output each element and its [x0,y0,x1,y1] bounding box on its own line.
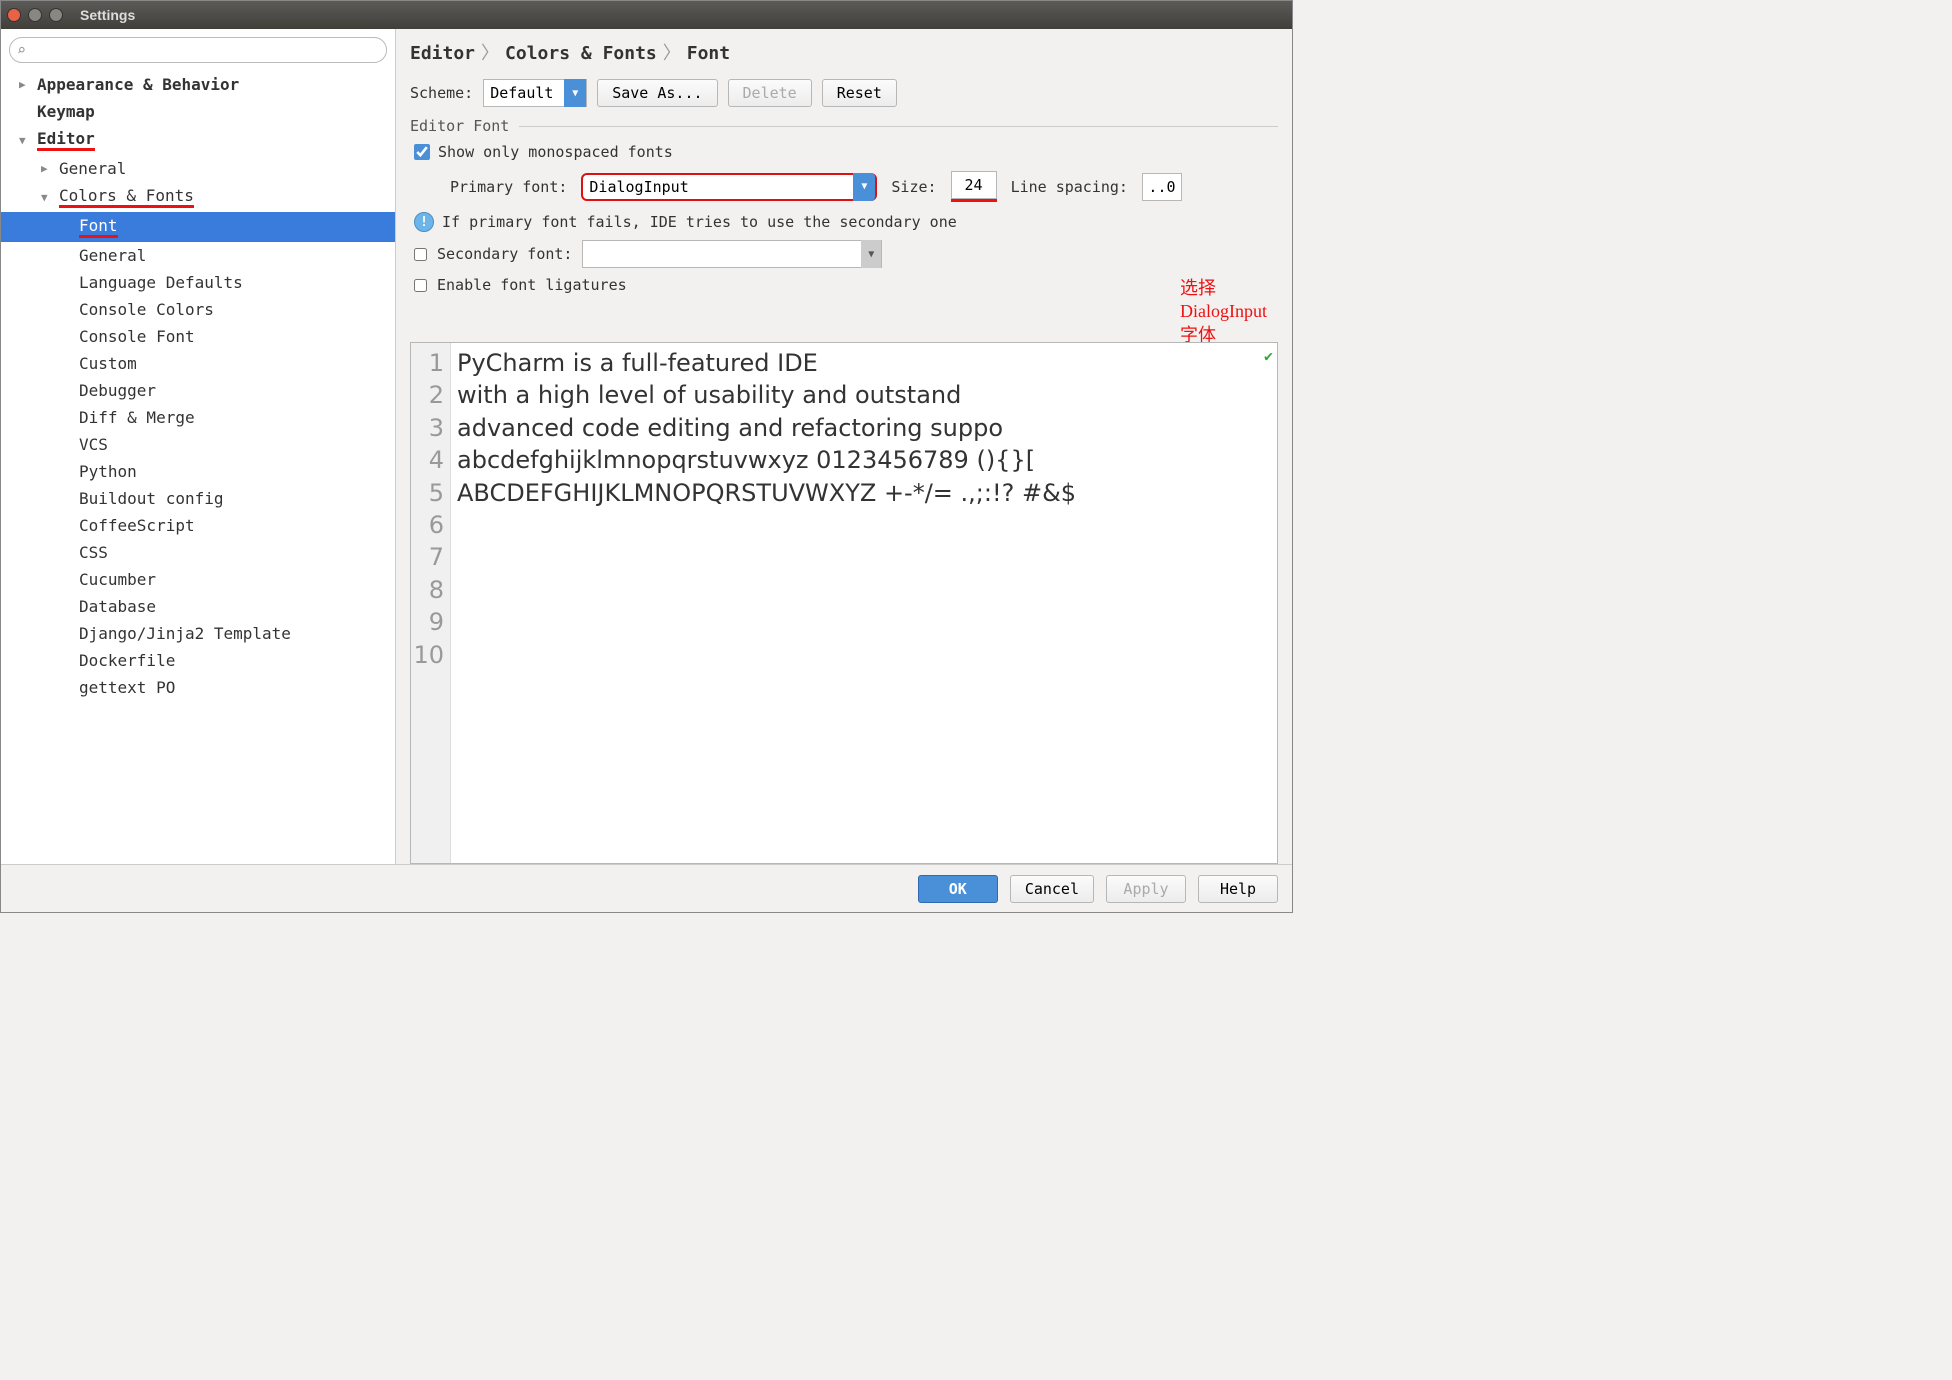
apply-button: Apply [1106,875,1186,903]
chevron-right-icon: ▶ [19,78,31,91]
monospaced-label: Show only monospaced fonts [438,143,673,161]
window-minimize-icon[interactable] [28,8,42,22]
secondary-font-label: Secondary font: [437,245,572,263]
tree-item[interactable]: Dockerfile [1,647,395,674]
secondary-font-select: ▼ [582,240,882,268]
tree-item[interactable]: Console Colors [1,296,395,323]
window-maximize-icon[interactable] [49,8,63,22]
tree-item-general[interactable]: ▶General [1,155,395,182]
chevron-down-icon: ▼ [41,191,53,204]
check-icon: ✔ [1264,347,1273,365]
line-spacing-label: Line spacing: [1011,178,1128,196]
window-title: Settings [80,7,135,23]
tree-item[interactable]: Cucumber [1,566,395,593]
tree-item[interactable]: Diff & Merge [1,404,395,431]
scheme-label: Scheme: [410,84,473,102]
tree-item[interactable]: CSS [1,539,395,566]
scheme-select[interactable]: ▼ [483,79,587,107]
breadcrumb: Editor〉Colors & Fonts〉Font [410,39,1278,65]
ok-button[interactable]: OK [918,875,998,903]
search-input[interactable] [9,37,387,63]
font-preview: 12345678910 PyCharm is a full-featured I… [410,342,1278,864]
chevron-right-icon: ▶ [41,162,53,175]
tree-item[interactable]: Python [1,458,395,485]
preview-code: PyCharm is a full-featured IDE with a hi… [451,343,1277,863]
tree-item[interactable]: gettext PO [1,674,395,701]
dialog-footer: OK Cancel Apply Help [1,864,1292,912]
tree-item[interactable]: CoffeeScript [1,512,395,539]
primary-font-select[interactable]: ▼ [581,173,877,201]
tree-item[interactable]: VCS [1,431,395,458]
ligatures-checkbox[interactable] [414,279,427,292]
help-button[interactable]: Help [1198,875,1278,903]
tree-item[interactable]: Custom [1,350,395,377]
tree-item-appearance[interactable]: ▶Appearance & Behavior [1,71,395,98]
chevron-down-icon: ▼ [19,134,31,147]
size-input[interactable] [951,171,997,199]
preview-gutter: 12345678910 [411,343,451,863]
tree-item-font[interactable]: Font [1,212,395,242]
chevron-down-icon[interactable]: ▼ [853,173,875,201]
settings-tree: ▶Appearance & Behavior Keymap ▼Editor ▶G… [1,71,395,864]
reset-button[interactable]: Reset [822,79,897,107]
tree-item-keymap[interactable]: Keymap [1,98,395,125]
monospaced-checkbox[interactable] [414,144,430,160]
tree-item[interactable]: Language Defaults [1,269,395,296]
tree-item[interactable]: Database [1,593,395,620]
info-text: If primary font fails, IDE tries to use … [442,213,957,231]
editor-font-legend: Editor Font [410,117,1278,135]
tree-item[interactable]: Debugger [1,377,395,404]
info-icon: ! [414,212,434,232]
tree-item-colors-fonts[interactable]: ▼Colors & Fonts [1,182,395,212]
ligatures-label: Enable font ligatures [437,276,627,294]
titlebar: Settings [1,1,1292,29]
chevron-right-icon: 〉 [481,43,499,64]
save-as-button[interactable]: Save As... [597,79,717,107]
line-spacing-input[interactable] [1142,173,1182,201]
primary-font-label: Primary font: [450,178,567,196]
window-close-icon[interactable] [7,8,21,22]
delete-button: Delete [728,79,812,107]
cancel-button[interactable]: Cancel [1010,875,1094,903]
search-icon: ⌕ [17,41,26,59]
size-label: Size: [891,178,936,196]
tree-item[interactable]: Buildout config [1,485,395,512]
settings-sidebar: ⌕ ▶Appearance & Behavior Keymap ▼Editor … [1,29,396,864]
secondary-font-checkbox[interactable] [414,248,427,261]
chevron-right-icon: 〉 [663,43,681,64]
chevron-down-icon: ▼ [861,240,881,268]
tree-item[interactable]: Django/Jinja2 Template [1,620,395,647]
tree-item[interactable]: General [1,242,395,269]
tree-item-editor[interactable]: ▼Editor [1,125,395,155]
chevron-down-icon[interactable]: ▼ [564,79,586,107]
tree-item[interactable]: Console Font [1,323,395,350]
